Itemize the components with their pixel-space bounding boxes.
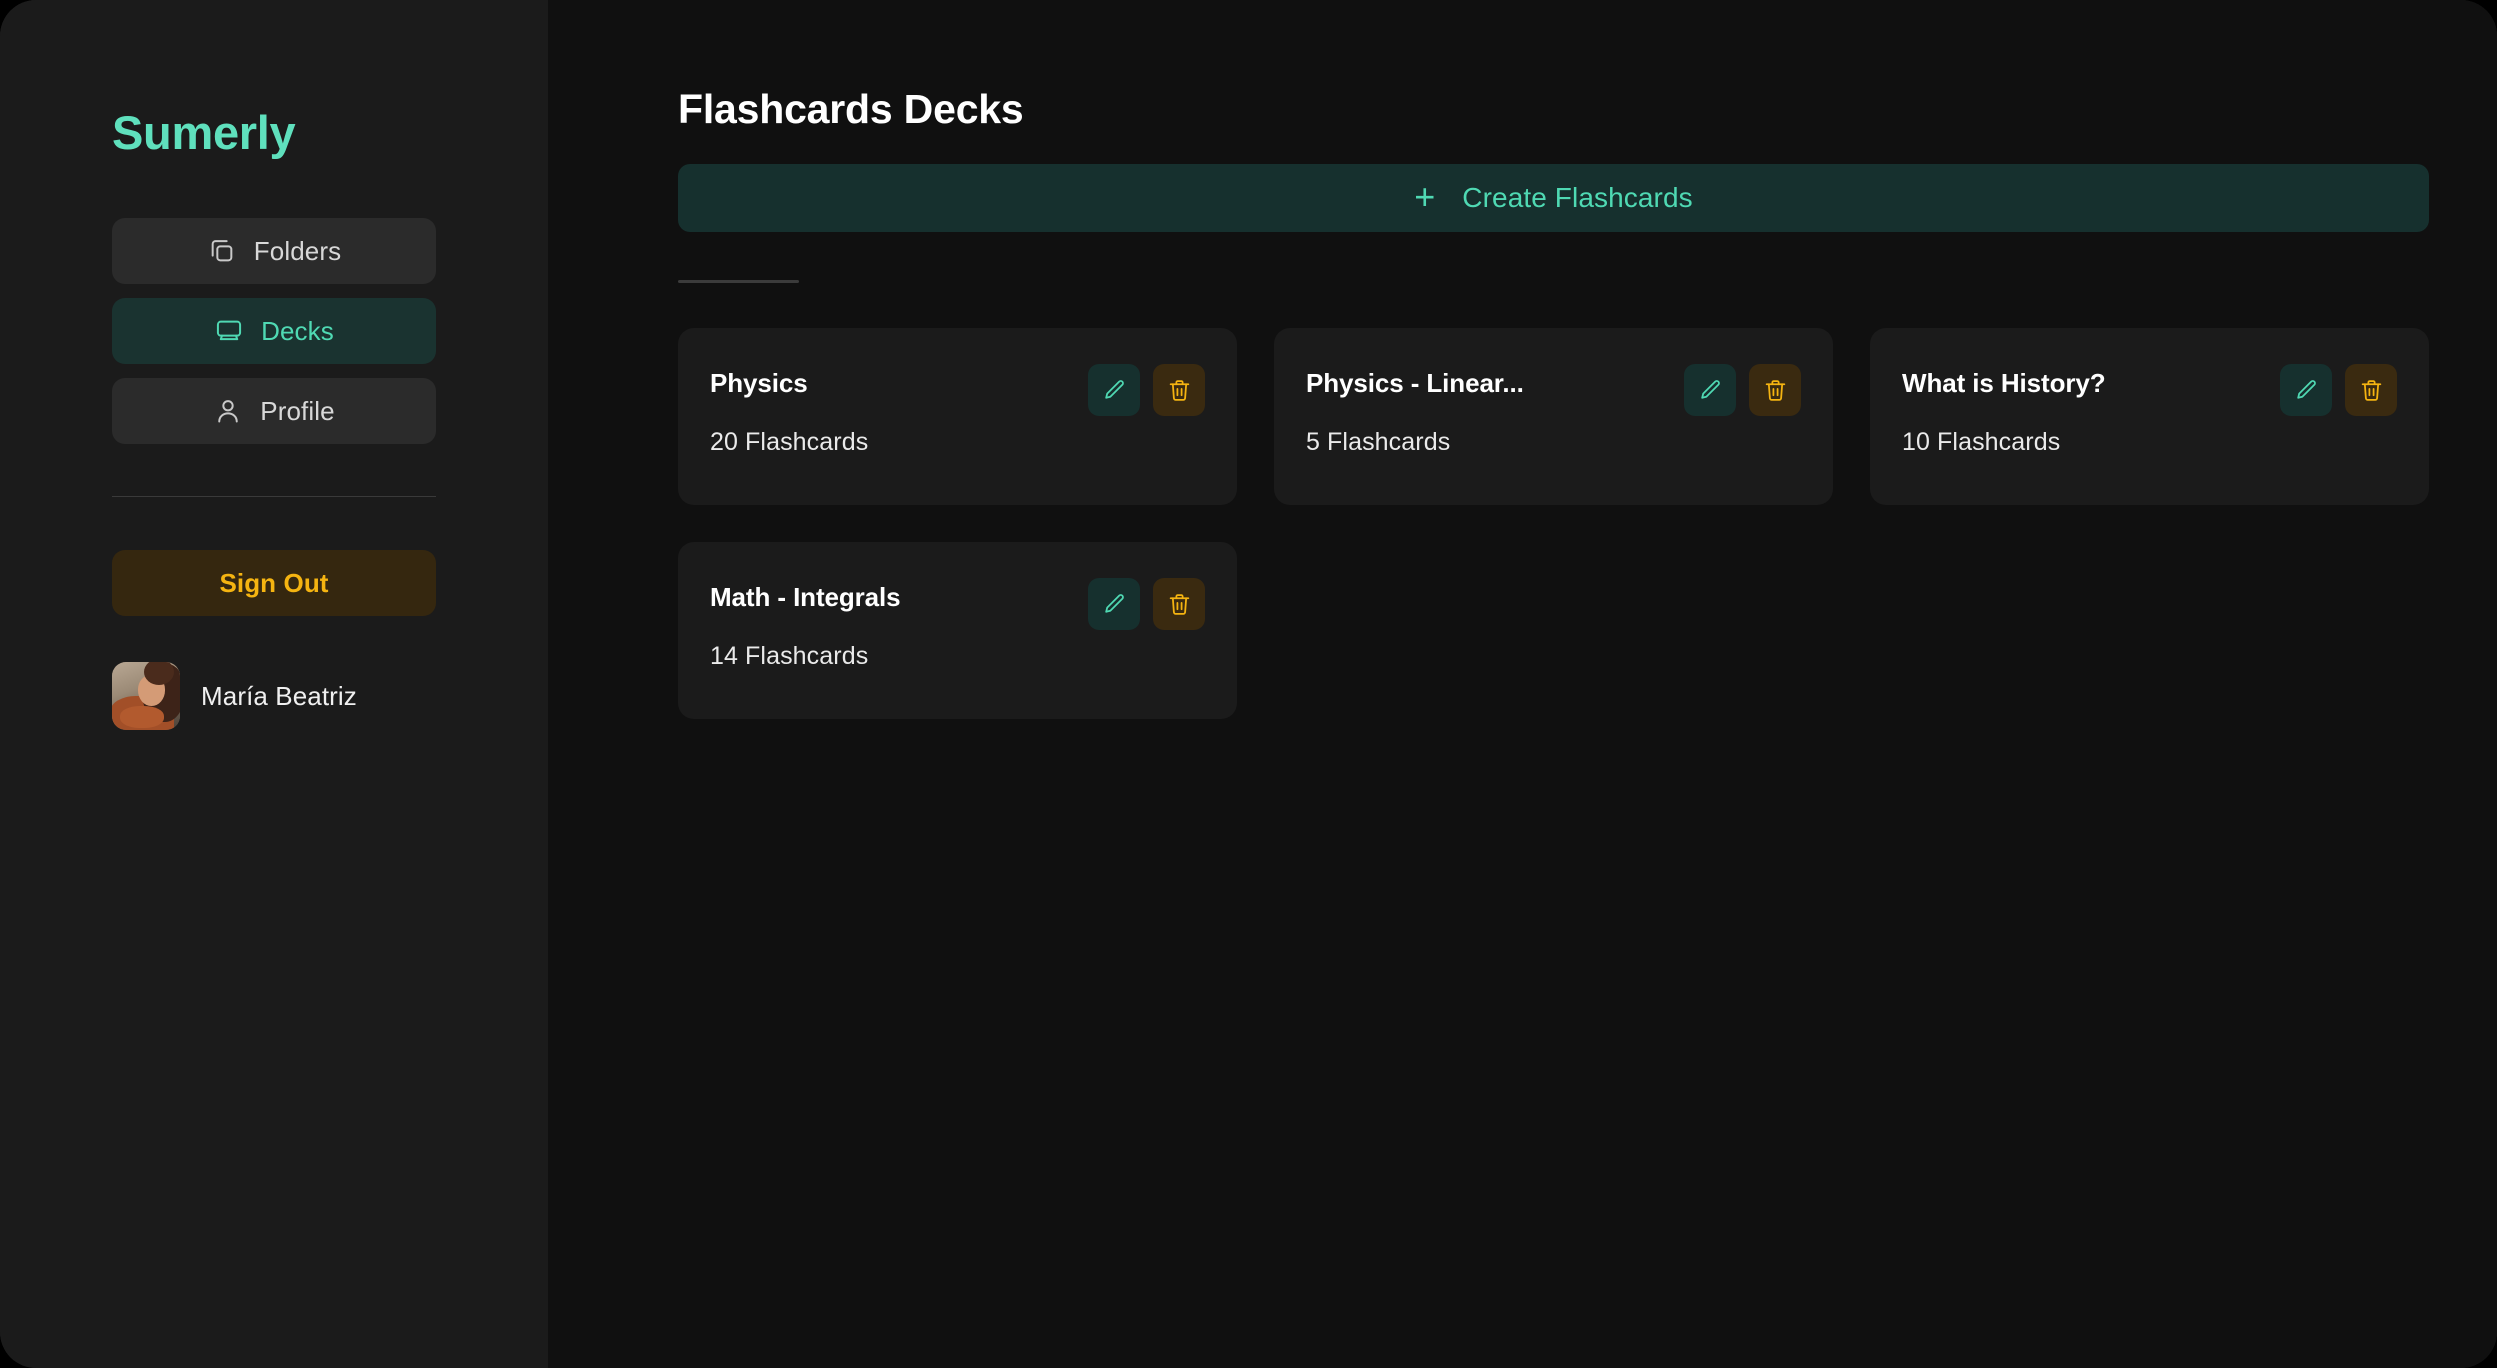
delete-deck-button[interactable] (1153, 578, 1205, 630)
sign-out-label: Sign Out (219, 567, 329, 598)
deck-count: 14 Flashcards (710, 642, 869, 670)
sidebar-item-decks[interactable]: Decks (112, 298, 436, 364)
trash-icon (1167, 378, 1192, 403)
deck-title: Physics - Linear... (1306, 368, 1524, 398)
deck-card[interactable]: Physics - Linear... 5 Flashcards (1274, 328, 1833, 505)
deck-count: 10 Flashcards (1902, 428, 2061, 456)
sidebar-item-profile[interactable]: Profile (112, 378, 436, 444)
edit-deck-button[interactable] (1088, 578, 1140, 630)
section-divider (678, 280, 799, 283)
sidebar-divider (112, 496, 436, 497)
brand-logo: Sumerly (112, 106, 296, 159)
edit-deck-button[interactable] (2280, 364, 2332, 416)
avatar (112, 662, 180, 730)
deck-actions (1088, 578, 1205, 630)
delete-deck-button[interactable] (1749, 364, 1801, 416)
user-profile-row[interactable]: María Beatriz (112, 662, 436, 730)
deck-count: 20 Flashcards (710, 428, 869, 456)
deck-grid: Physics 20 Flashcards Physics - Linear..… (678, 328, 2429, 719)
sidebar-item-label: Decks (261, 315, 334, 346)
deck-title: Math - Integrals (710, 582, 901, 612)
edit-deck-button[interactable] (1088, 364, 1140, 416)
deck-card[interactable]: What is History? 10 Flashcards (1870, 328, 2429, 505)
sign-out-button[interactable]: Sign Out (112, 550, 436, 616)
pencil-icon (1102, 378, 1127, 403)
deck-card[interactable]: Physics 20 Flashcards (678, 328, 1237, 505)
main-content: Flashcards Decks + Create Flashcards Phy… (548, 0, 2497, 1368)
sidebar: Sumerly Folders Decks Profile Sign Out M… (0, 0, 548, 1368)
page-title: Flashcards Decks (678, 86, 1024, 132)
pencil-icon (2294, 378, 2319, 403)
deck-actions (1684, 364, 1801, 416)
create-flashcards-button[interactable]: + Create Flashcards (678, 164, 2429, 232)
deck-title: Physics (710, 368, 808, 398)
deck-count: 5 Flashcards (1306, 428, 1451, 456)
pencil-icon (1102, 592, 1127, 617)
app-window: Sumerly Folders Decks Profile Sign Out M… (0, 0, 2497, 1368)
deck-actions (2280, 364, 2397, 416)
delete-deck-button[interactable] (1153, 364, 1205, 416)
sidebar-item-folders[interactable]: Folders (112, 218, 436, 284)
delete-deck-button[interactable] (2345, 364, 2397, 416)
sidebar-item-label: Profile (260, 395, 335, 426)
deck-actions (1088, 364, 1205, 416)
folders-icon (207, 236, 237, 266)
trash-icon (1167, 592, 1192, 617)
create-flashcards-label: Create Flashcards (1462, 182, 1693, 213)
edit-deck-button[interactable] (1684, 364, 1736, 416)
deck-card[interactable]: Math - Integrals 14 Flashcards (678, 542, 1237, 719)
sidebar-nav: Folders Decks Profile (112, 218, 436, 444)
user-name: María Beatriz (201, 680, 357, 711)
plus-icon: + (1414, 175, 1436, 217)
trash-icon (1763, 378, 1788, 403)
sidebar-item-label: Folders (253, 235, 342, 266)
monitor-icon (214, 316, 244, 346)
deck-title: What is History? (1902, 368, 2106, 398)
pencil-icon (1698, 378, 1723, 403)
person-icon (213, 396, 243, 426)
trash-icon (2359, 378, 2384, 403)
